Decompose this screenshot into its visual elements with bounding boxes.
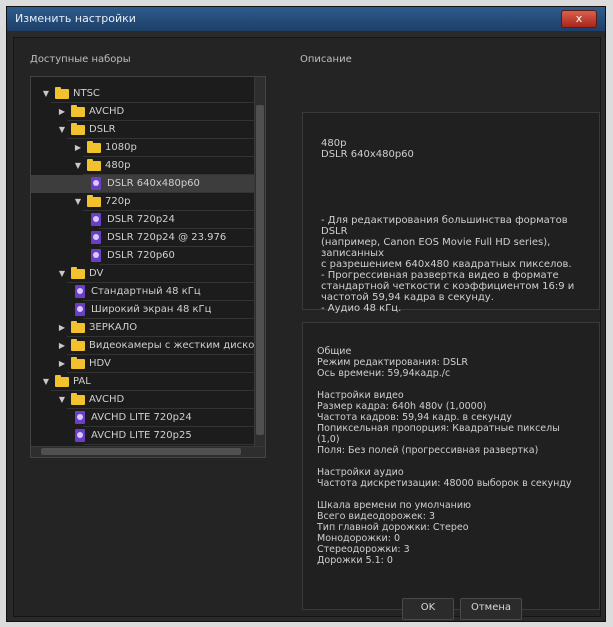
description-text: 480p DSLR 640x480p60 - Для редактировани…	[321, 138, 575, 314]
tree-row-label: DSLR 720p24	[107, 214, 175, 225]
chevron-down-icon[interactable]: ▼	[73, 157, 83, 175]
tree-row-label: Широкий экран 48 кГц	[91, 304, 212, 315]
tree-vertical-scrollbar[interactable]	[254, 77, 265, 447]
tree-preset-row[interactable]: DSLR 640x480p60	[31, 175, 265, 193]
tree-row-label: 720p	[105, 196, 131, 207]
tree-folder-row[interactable]: ▶ ЗЕРКАЛО	[31, 319, 265, 337]
tree-row-label: HDV	[89, 358, 111, 369]
tree-folder-row[interactable]: ▶ Видеокамеры с жестким диском (	[31, 337, 265, 355]
tree-row-label: Стандартный 48 кГц	[91, 286, 201, 297]
preset-icon	[91, 231, 101, 244]
settings-info-text: Общие Режим редактирования: DSLR Ось вре…	[317, 346, 572, 566]
chevron-down-icon[interactable]: ▼	[57, 391, 67, 409]
folder-icon	[71, 267, 85, 279]
tree-row-label: AVCHD LITE 720p25	[91, 430, 192, 441]
folder-icon	[71, 105, 85, 117]
preset-icon	[91, 177, 101, 190]
chevron-right-icon[interactable]: ▶	[57, 319, 67, 337]
tree-preset-row[interactable]: DSLR 720p24	[31, 211, 265, 229]
folder-icon	[55, 87, 69, 99]
chevron-right-icon[interactable]: ▶	[73, 139, 83, 157]
tree-row-label: DSLR 640x480p60	[107, 178, 200, 189]
preset-icon	[75, 303, 85, 316]
tree-folder-row[interactable]: ▼ NTSC	[31, 85, 265, 103]
tree-folder-row[interactable]: ▶ HDV	[31, 355, 265, 373]
tree-row-label: Видеокамеры с жестким диском (	[89, 340, 255, 351]
content-area: Доступные наборы Описание ▼ NTSC ▶ AVCHD ▼ DS…	[13, 37, 601, 620]
cancel-button[interactable]: Отмена	[460, 598, 522, 620]
tree-row-label: PAL	[73, 376, 91, 387]
folder-icon	[71, 123, 85, 135]
chevron-right-icon[interactable]: ▶	[57, 103, 67, 121]
chevron-down-icon[interactable]: ▼	[41, 85, 51, 103]
tree-preset-row[interactable]: AVCHD LITE 720p25	[31, 427, 265, 445]
tree-row-label: 480p	[105, 160, 131, 171]
close-button[interactable]: x	[561, 10, 597, 28]
tree-folder-row[interactable]: ▼ AVCHD	[31, 391, 265, 409]
right-panel-title: Описание	[300, 54, 352, 65]
tree-row-label: AVCHD LITE 720p24	[91, 412, 192, 423]
chevron-down-icon[interactable]: ▼	[73, 193, 83, 211]
chevron-down-icon[interactable]: ▼	[57, 121, 67, 139]
folder-icon	[71, 357, 85, 369]
close-icon: x	[575, 12, 583, 25]
tree-horizontal-scroll-thumb[interactable]	[41, 448, 241, 455]
preset-icon	[91, 213, 101, 226]
tree-folder-row[interactable]: ▶ AVCHD	[31, 103, 265, 121]
tree-row-label: NTSC	[73, 88, 100, 99]
tree-folder-row[interactable]: ▼ PAL	[31, 373, 265, 391]
chevron-right-icon[interactable]: ▶	[57, 337, 67, 355]
tree-preset-row[interactable]: Широкий экран 48 кГц	[31, 301, 265, 319]
tree-folder-row[interactable]: ▼ 480p	[31, 157, 265, 175]
tree-row-label: 1080p	[105, 142, 137, 153]
preset-icon	[75, 411, 85, 424]
tree-preset-row[interactable]: DSLR 720p24 @ 23.976	[31, 229, 265, 247]
settings-info-panel: Общие Режим редактирования: DSLR Ось вре…	[302, 322, 600, 610]
tree-row-label: DV	[89, 268, 104, 279]
folder-icon	[87, 195, 101, 207]
ok-button[interactable]: OK	[402, 598, 454, 620]
tree-preset-row[interactable]: AVCHD LITE 720p24	[31, 409, 265, 427]
presets-tree[interactable]: ▼ NTSC ▶ AVCHD ▼ DSLR ▶ 1080p ▼ 480p DSLR 640x480p…	[30, 76, 266, 458]
tree-row-label: ЗЕРКАЛО	[89, 322, 138, 333]
tree-row-label: DSLR	[89, 124, 116, 135]
tree-row-label: DSLR 720p60	[107, 250, 175, 261]
description-panel: 480p DSLR 640x480p60 - Для редактировани…	[302, 112, 600, 314]
tree-folder-row[interactable]: ▼ DSLR	[31, 121, 265, 139]
folder-icon	[71, 321, 85, 333]
tree-row-label: AVCHD	[89, 106, 125, 117]
chevron-right-icon[interactable]: ▶	[57, 355, 67, 373]
folder-icon	[87, 159, 101, 171]
tree-row-label: AVCHD	[89, 394, 125, 405]
dialog-window: Изменить настройки x Доступные наборы Оп…	[6, 6, 606, 622]
folder-icon	[71, 393, 85, 405]
window-title: Изменить настройки	[15, 12, 136, 25]
tree-folder-row[interactable]: ▼ DV	[31, 265, 265, 283]
tree-preset-row[interactable]: DSLR 720p60	[31, 247, 265, 265]
preset-icon	[75, 429, 85, 442]
tree-preset-row[interactable]: Стандартный 48 кГц	[31, 283, 265, 301]
tree-vertical-scroll-thumb[interactable]	[256, 105, 264, 435]
tree-horizontal-scrollbar[interactable]	[31, 446, 265, 457]
preset-icon	[91, 249, 101, 262]
left-panel-title: Доступные наборы	[30, 54, 131, 65]
tree-row-label: DSLR 720p24 @ 23.976	[107, 232, 227, 243]
title-bar: Изменить настройки x	[7, 7, 605, 31]
chevron-down-icon[interactable]: ▼	[57, 265, 67, 283]
folder-icon	[71, 339, 85, 351]
tree-folder-row[interactable]: ▼ 720p	[31, 193, 265, 211]
folder-icon	[87, 141, 101, 153]
preset-icon	[75, 285, 85, 298]
tree-folder-row[interactable]: ▶ 1080p	[31, 139, 265, 157]
folder-icon	[55, 375, 69, 387]
chevron-down-icon[interactable]: ▼	[41, 373, 51, 391]
